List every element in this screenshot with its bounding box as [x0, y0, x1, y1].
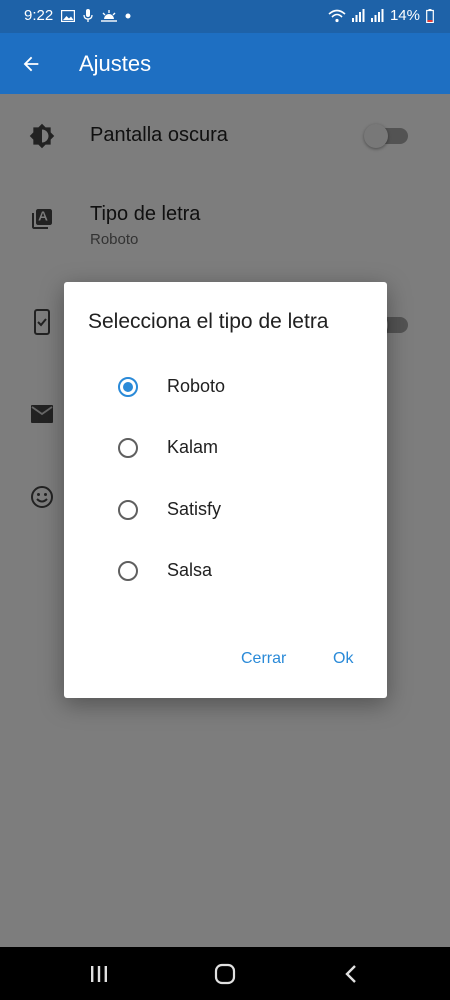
signal-icon-1 — [351, 9, 365, 22]
arrow-back-icon — [23, 56, 39, 72]
status-bar: 9:22 14% — [0, 0, 450, 33]
page-title: Ajustes — [79, 51, 152, 76]
option-label: Salsa — [167, 560, 213, 580]
back-nav-button[interactable] — [336, 962, 366, 986]
wifi-icon — [328, 9, 346, 23]
dot-icon — [125, 13, 131, 19]
chevron-left-icon — [345, 965, 356, 983]
app-bar: Ajustes — [0, 33, 450, 94]
option-roboto[interactable]: Roboto — [64, 362, 387, 412]
dialog-title: Selecciona el tipo de letra — [88, 310, 329, 333]
recent-apps-button[interactable] — [84, 962, 114, 986]
microphone-icon — [83, 8, 93, 23]
home-button[interactable] — [210, 962, 240, 986]
option-label: Kalam — [167, 437, 219, 457]
back-button[interactable] — [16, 49, 46, 79]
home-icon — [214, 963, 236, 985]
ok-button[interactable]: Ok — [325, 644, 361, 674]
radio-button[interactable] — [118, 500, 138, 520]
status-left: 9:22 — [24, 7, 131, 24]
radio-button[interactable] — [118, 377, 138, 397]
navigation-bar — [0, 947, 450, 1000]
status-time: 9:22 — [24, 7, 54, 24]
radio-button[interactable] — [118, 438, 138, 458]
status-right: 14% — [328, 7, 434, 24]
option-label: Satisfy — [167, 499, 222, 519]
option-kalam[interactable]: Kalam — [64, 423, 387, 473]
option-salsa[interactable]: Salsa — [64, 546, 387, 596]
option-label: Roboto — [167, 376, 226, 396]
battery-percent: 14% — [389, 7, 420, 24]
signal-icon-2 — [370, 9, 384, 22]
radio-button[interactable] — [118, 561, 138, 581]
recent-apps-icon — [91, 966, 107, 982]
option-satisfy[interactable]: Satisfy — [64, 485, 387, 535]
sunrise-icon — [101, 9, 118, 22]
font-dialog: Selecciona el tipo de letra Roboto Kalam… — [64, 282, 387, 698]
battery-icon — [426, 8, 434, 23]
cancel-button[interactable]: Cerrar — [233, 644, 294, 674]
gallery-icon — [61, 9, 76, 22]
